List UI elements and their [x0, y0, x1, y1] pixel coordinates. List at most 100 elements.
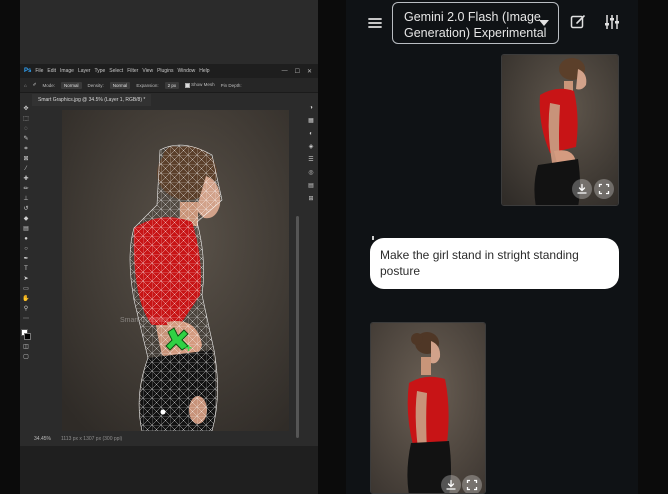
- eyedropper-tool-icon[interactable]: ⁄: [22, 166, 30, 173]
- puppet-pin[interactable]: [160, 409, 166, 415]
- gemini-app: Gemini 2.0 Flash (Image Generation) Expe…: [346, 0, 638, 494]
- ps-toolbar: ✥ ⬚ ◌ ✎ ⌗ ⊠ ⁄ ✚ ✏ ⊥ ↺ ◆ ▤ ● ○ ✒ T ➤ ▭ ✋ …: [20, 102, 32, 402]
- marquee-tool-icon[interactable]: ⬚: [22, 116, 30, 123]
- download-icon: [577, 183, 587, 194]
- ps-bottom-area: [20, 446, 318, 494]
- density-label: Density:: [87, 82, 104, 88]
- expansion-label: Expansion:: [136, 82, 159, 88]
- download-icon: [446, 479, 456, 490]
- ps-status-bar: 34.45% 1113 px x 1307 px (300 ppi): [34, 434, 122, 444]
- menu-filter[interactable]: Filter: [127, 68, 138, 74]
- original-image-thumbnail[interactable]: [501, 54, 619, 206]
- ps-right-panel: ◑ ▦ ◐ ◈ ☰ ◎ ▤ ⊞: [304, 102, 318, 202]
- move-tool-icon[interactable]: ✥: [22, 106, 30, 113]
- properties-panel-icon[interactable]: ▤: [307, 182, 315, 190]
- fullscreen-button[interactable]: [594, 179, 614, 199]
- pin-depth-label: Pin Depth:: [220, 82, 242, 88]
- quick-mask-icon[interactable]: ◫: [22, 344, 30, 351]
- channels-panel-icon[interactable]: ☰: [307, 156, 315, 164]
- vertical-scrollbar[interactable]: [296, 216, 299, 438]
- show-mesh-label: Show Mesh: [191, 82, 215, 88]
- background-color-swatch[interactable]: [24, 333, 31, 340]
- woman-photo-with-puppet-mesh: + Smart Graphics: [62, 110, 289, 431]
- watermark-text: Smart Graphics: [120, 317, 169, 324]
- menu-layer[interactable]: Layer: [78, 68, 91, 74]
- menu-help[interactable]: Help: [199, 68, 209, 74]
- menu-plugins[interactable]: Plugins: [157, 68, 173, 74]
- lasso-tool-icon[interactable]: ◌: [22, 126, 30, 133]
- download-button-result[interactable]: [441, 475, 461, 493]
- maximize-button[interactable]: ☐: [295, 68, 300, 75]
- dodge-tool-icon[interactable]: ○: [22, 246, 30, 253]
- eraser-tool-icon[interactable]: ◆: [22, 216, 30, 223]
- healing-tool-icon[interactable]: ✚: [22, 176, 30, 183]
- document-size: 1113 px x 1307 px (300 ppi): [60, 436, 123, 442]
- path-select-tool-icon[interactable]: ➤: [22, 276, 30, 283]
- fullscreen-button-result[interactable]: [462, 475, 482, 493]
- show-mesh-checkbox[interactable]: [185, 82, 191, 88]
- fullscreen-icon: [598, 183, 610, 195]
- puppet-warp-tool-icon[interactable]: ✐: [33, 82, 37, 88]
- gemini-header: Gemini 2.0 Flash (Image Generation) Expe…: [346, 0, 638, 46]
- menu-file[interactable]: File: [35, 68, 43, 74]
- ps-canvas[interactable]: + Smart Graphics: [62, 110, 289, 431]
- minimize-button[interactable]: —: [282, 68, 288, 75]
- shape-tool-icon[interactable]: ▭: [22, 286, 30, 293]
- zoom-level[interactable]: 34.45%: [34, 436, 51, 442]
- document-tab[interactable]: Smart Graphics.jpg @ 34.5% (Layer 1, RGB…: [32, 94, 152, 106]
- home-icon[interactable]: ⌂: [24, 83, 27, 88]
- density-select[interactable]: Normal: [109, 81, 131, 89]
- color-swatches[interactable]: [21, 329, 31, 341]
- fullscreen-icon: [466, 479, 478, 491]
- user-prompt-bubble: Make the girl stand in stright standing …: [370, 238, 619, 289]
- model-selector[interactable]: Gemini 2.0 Flash (Image Generation) Expe…: [392, 2, 559, 44]
- swatches-panel-icon[interactable]: ▦: [307, 117, 315, 125]
- generated-image[interactable]: [370, 322, 486, 494]
- mode-select[interactable]: Normal: [61, 81, 82, 89]
- more-tools-icon[interactable]: ⋯: [22, 316, 30, 323]
- ps-options-bar: ⌂ ✐ Mode: Normal Density: Normal Expansi…: [20, 78, 318, 93]
- pen-tool-icon[interactable]: ✒: [22, 256, 30, 263]
- menu-icon[interactable]: [366, 14, 384, 32]
- tune-icon[interactable]: [603, 13, 621, 31]
- user-prompt-line1: Make the girl stand in stright standing: [380, 248, 579, 262]
- type-tool-icon[interactable]: T: [22, 266, 30, 273]
- blur-tool-icon[interactable]: ●: [22, 236, 30, 243]
- expansion-input[interactable]: 2 px: [164, 81, 180, 89]
- menu-image[interactable]: Image: [60, 68, 74, 74]
- photoshop-window: Ps File Edit Image Layer Type Select Fil…: [20, 0, 318, 494]
- screen-mode-icon[interactable]: ▢: [22, 354, 30, 361]
- hand-tool-icon[interactable]: ✋: [22, 296, 30, 303]
- window-controls: — ☐ ✕: [282, 68, 318, 75]
- user-prompt-line2: posture: [380, 264, 421, 278]
- woman-standing-straight-photo: [371, 323, 485, 493]
- history-brush-icon[interactable]: ↺: [22, 206, 30, 213]
- show-mesh-toggle[interactable]: Show Mesh: [185, 82, 215, 88]
- crop-tool-icon[interactable]: ⌗: [22, 146, 30, 153]
- download-button[interactable]: [572, 179, 592, 199]
- menu-edit[interactable]: Edit: [47, 68, 56, 74]
- libraries-panel-icon[interactable]: ⊞: [307, 195, 315, 203]
- bubble-edge-marker: [372, 236, 374, 240]
- stamp-tool-icon[interactable]: ⊥: [22, 196, 30, 203]
- gradient-tool-icon[interactable]: ▤: [22, 226, 30, 233]
- menu-view[interactable]: View: [142, 68, 153, 74]
- adjustments-panel-icon[interactable]: ◐: [307, 130, 315, 138]
- menu-select[interactable]: Select: [109, 68, 123, 74]
- quick-select-tool-icon[interactable]: ✎: [22, 136, 30, 143]
- paths-panel-icon[interactable]: ◎: [307, 169, 315, 177]
- menu-type[interactable]: Type: [94, 68, 105, 74]
- close-window-button[interactable]: ✕: [307, 68, 312, 75]
- warp-cursor-plus: +: [185, 341, 192, 355]
- ps-logo: Ps: [24, 68, 32, 74]
- brush-tool-icon[interactable]: ✏: [22, 186, 30, 193]
- ps-menu-bar: Ps File Edit Image Layer Type Select Fil…: [20, 64, 318, 78]
- model-name-line1: Gemini 2.0 Flash (Image: [404, 10, 541, 24]
- layers-panel-icon[interactable]: ◈: [307, 143, 315, 151]
- frame-tool-icon[interactable]: ⊠: [22, 156, 30, 163]
- edit-icon[interactable]: [569, 13, 587, 31]
- zoom-tool-icon[interactable]: ⚲: [22, 306, 30, 313]
- color-panel-icon[interactable]: ◑: [307, 104, 315, 112]
- dropdown-caret-icon: [539, 20, 549, 26]
- menu-window[interactable]: Window: [177, 68, 195, 74]
